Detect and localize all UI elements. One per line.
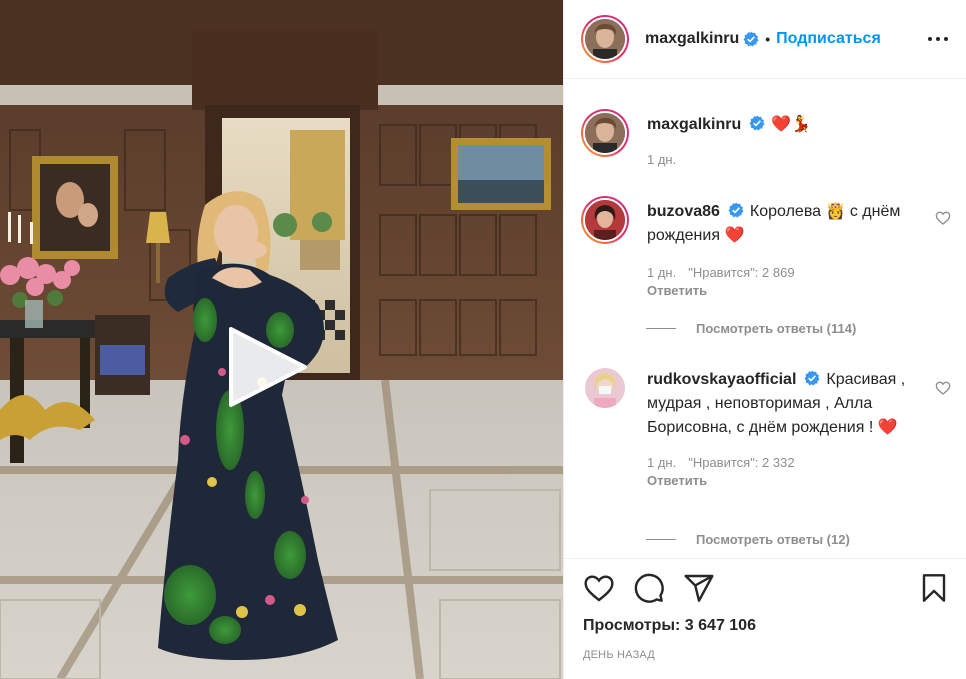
comment-likes[interactable]: "Нравится": 2 332 bbox=[688, 455, 794, 470]
play-icon[interactable] bbox=[225, 325, 309, 409]
views-label: Просмотры: bbox=[583, 617, 681, 634]
separator-dot: • bbox=[765, 31, 771, 47]
heart-icon[interactable] bbox=[935, 210, 951, 226]
post-header: maxgalkinru • Подписаться bbox=[564, 0, 966, 79]
views-value: 3 647 106 bbox=[684, 617, 756, 634]
follow-button[interactable]: Подписаться bbox=[776, 30, 881, 48]
reply-button[interactable]: Ответить bbox=[647, 472, 951, 490]
verified-badge-icon bbox=[728, 202, 744, 218]
verified-badge-icon bbox=[749, 115, 765, 131]
replies-line bbox=[646, 328, 676, 329]
view-replies-button[interactable]: Посмотреть ответы (114) bbox=[646, 321, 856, 336]
post-date[interactable]: ДЕНЬ НАЗАД bbox=[583, 649, 950, 661]
caption-time[interactable]: 1 дн. bbox=[647, 152, 676, 167]
commenter-username[interactable]: buzova86 bbox=[647, 203, 720, 220]
action-icons bbox=[583, 559, 950, 617]
caption-avatar[interactable] bbox=[581, 109, 629, 157]
comment-time[interactable]: 1 дн. bbox=[647, 455, 676, 470]
comment-item: rudkovskayaofficial Красивая , мудрая , н… bbox=[581, 366, 951, 490]
post-actions: Просмотры: 3 647 106 ДЕНЬ НАЗАД bbox=[564, 558, 966, 661]
view-replies-label: Посмотреть ответы (114) bbox=[696, 321, 857, 336]
view-replies-button[interactable]: Посмотреть ответы (12) bbox=[646, 532, 850, 547]
comment-item: buzova86 Королева 👸 с днём рождения ❤️ 1 … bbox=[581, 196, 951, 300]
author-avatar[interactable] bbox=[581, 15, 629, 63]
instagram-post: maxgalkinru • Подписаться maxgalkinru ❤️… bbox=[0, 0, 966, 679]
caption-row: maxgalkinru ❤️💃 1 дн. bbox=[581, 109, 951, 169]
comment-time[interactable]: 1 дн. bbox=[647, 265, 676, 280]
commenter-avatar[interactable] bbox=[581, 196, 629, 244]
post-video[interactable] bbox=[0, 0, 563, 679]
share-icon[interactable] bbox=[683, 572, 715, 604]
reply-button[interactable]: Ответить bbox=[647, 282, 951, 300]
commenter-username[interactable]: rudkovskayaofficial bbox=[647, 371, 796, 388]
author-username[interactable]: maxgalkinru bbox=[645, 30, 739, 48]
heart-icon[interactable] bbox=[935, 380, 951, 396]
comments-list[interactable]: maxgalkinru ❤️💃 1 дн. buzova86 Королева … bbox=[564, 80, 966, 558]
bookmark-icon[interactable] bbox=[918, 572, 950, 604]
views-count[interactable]: Просмотры: 3 647 106 bbox=[583, 617, 950, 635]
more-options-icon[interactable] bbox=[926, 27, 950, 51]
view-replies-label: Посмотреть ответы (12) bbox=[696, 532, 850, 547]
verified-badge-icon bbox=[804, 370, 820, 386]
commenter-avatar[interactable] bbox=[585, 368, 625, 408]
verified-badge-icon bbox=[743, 31, 759, 47]
comment-likes[interactable]: "Нравится": 2 869 bbox=[688, 265, 794, 280]
heart-icon[interactable] bbox=[583, 572, 615, 604]
post-sidebar: maxgalkinru • Подписаться maxgalkinru ❤️… bbox=[563, 0, 966, 679]
caption-username[interactable]: maxgalkinru bbox=[647, 116, 741, 133]
comment-icon[interactable] bbox=[633, 572, 665, 604]
caption-text: ❤️💃 bbox=[771, 116, 812, 133]
replies-line bbox=[646, 539, 676, 540]
